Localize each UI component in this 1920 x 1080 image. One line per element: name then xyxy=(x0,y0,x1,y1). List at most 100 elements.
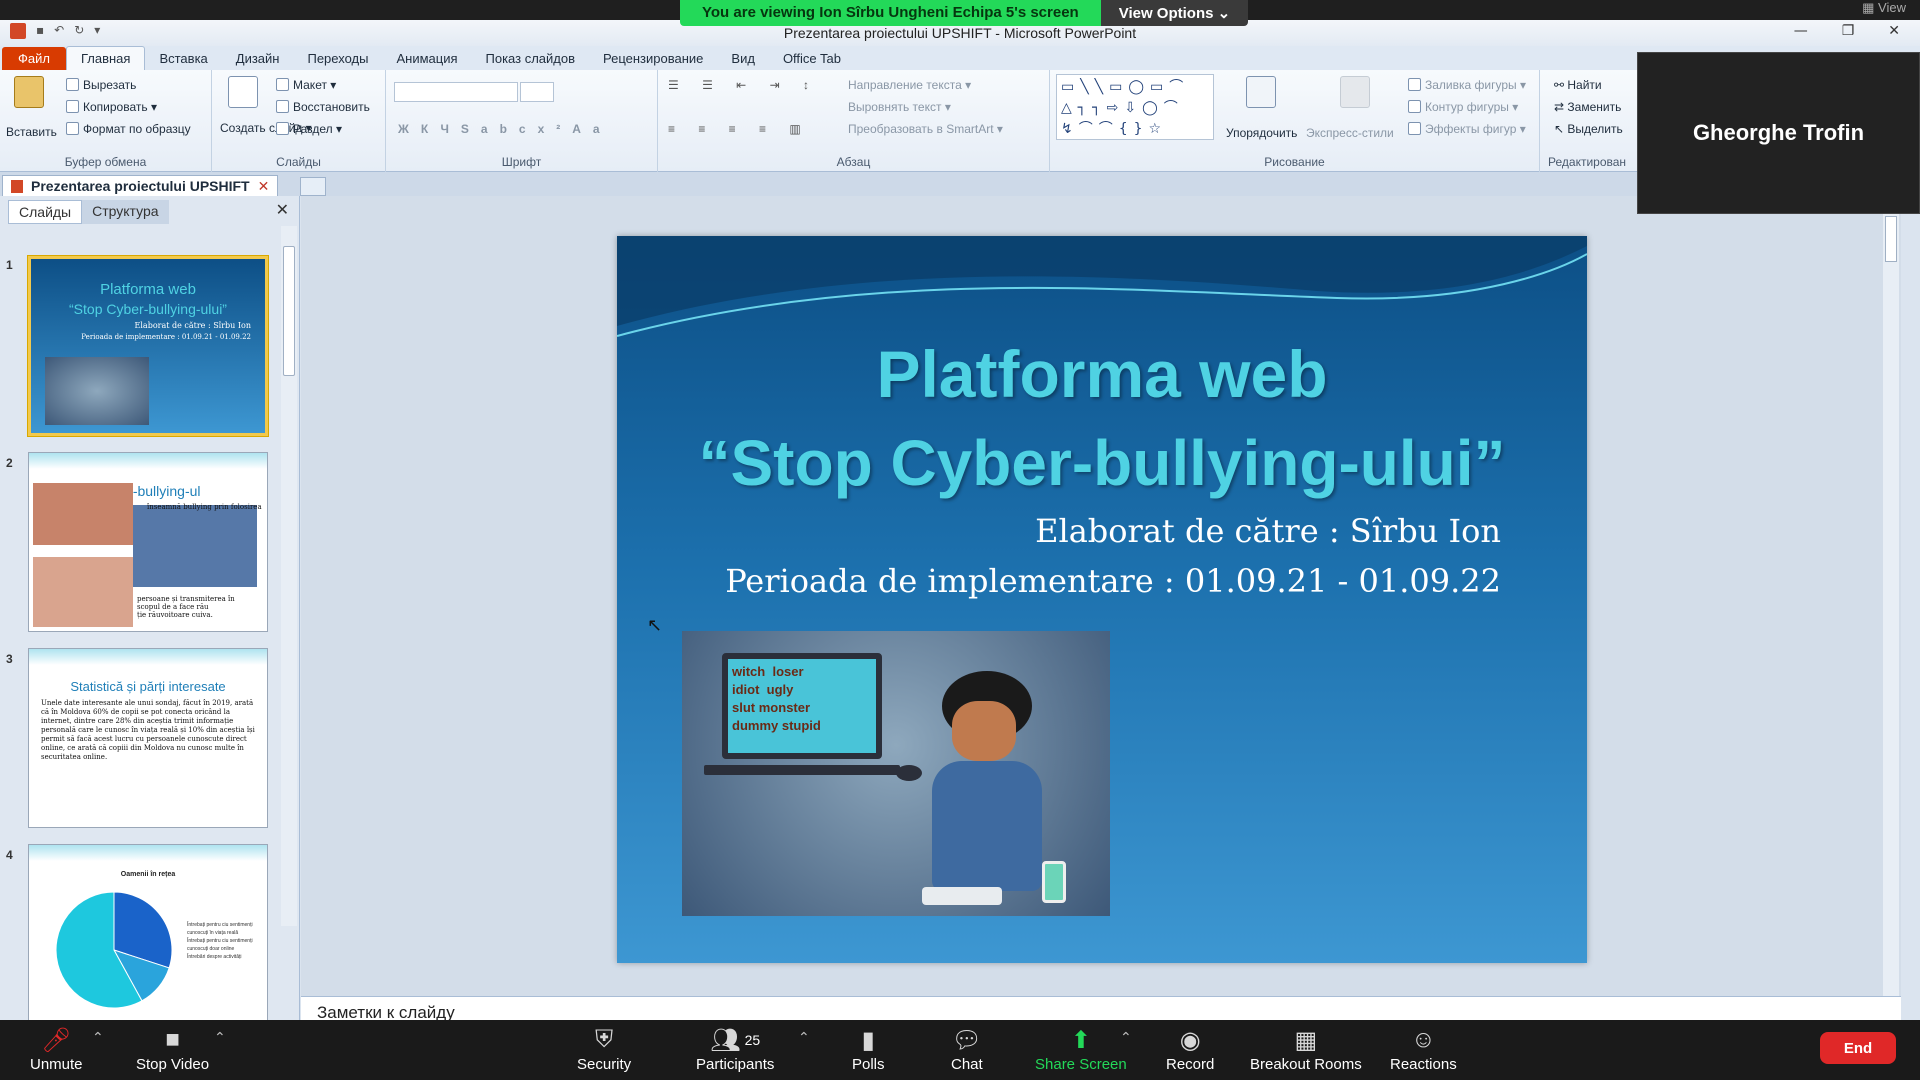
tab-file[interactable]: Файл xyxy=(2,47,66,70)
slide-thumbnail-1[interactable]: Platforma web “Stop Cyber-bullying-ului”… xyxy=(27,255,269,437)
screen-share-banner: You are viewing Ion Sîrbu Ungheni Echipa… xyxy=(680,0,1249,26)
cursor-icon: ↖ xyxy=(1554,122,1568,136)
paste-icon[interactable] xyxy=(14,76,44,108)
close-tab-icon[interactable]: ✕ xyxy=(258,178,270,195)
thumb-title: Statistică și părți interesate xyxy=(70,679,226,694)
paste-button[interactable]: Вставить xyxy=(6,125,57,139)
tab-review[interactable]: Рецензирование xyxy=(589,47,717,70)
polls-button[interactable]: ▮ Polls xyxy=(852,1024,885,1074)
shoes xyxy=(922,887,1002,905)
legend-item: Întrebați pentru ciu sentimenți cunoscuț… xyxy=(187,922,253,936)
participant-name: Gheorghe Trofin xyxy=(1692,120,1865,145)
notes-pane[interactable]: Заметки к слайду xyxy=(301,996,1901,1022)
tab-office-tab[interactable]: Office Tab xyxy=(769,47,855,70)
chat-button[interactable]: 💬︎ Chat xyxy=(951,1024,983,1074)
view-options-button[interactable]: View Options ⌄ xyxy=(1100,0,1249,26)
find-button[interactable]: ⚯ Найти xyxy=(1554,78,1602,92)
quick-styles-button[interactable]: Экспресс-стили xyxy=(1306,126,1394,140)
arrange-button[interactable]: Упорядочить xyxy=(1226,126,1297,140)
pie-legend: Întrebați pentru ciu sentimenți cunoscuț… xyxy=(187,921,263,961)
shape-outline-button[interactable]: Контур фигуры ▾ xyxy=(1408,100,1518,114)
minimize-icon[interactable]: — xyxy=(1794,23,1808,39)
slide-thumbnail-2[interactable]: Cyber-bullying-ul înseamnă bullying prin… xyxy=(28,452,268,632)
section-button[interactable]: Раздел ▾ xyxy=(276,122,342,136)
reactions-button[interactable]: ☺ Reactions xyxy=(1390,1024,1457,1073)
slide-period: Perioada de implementare : 01.09.21 - 01… xyxy=(725,562,1501,600)
pie-chart xyxy=(55,891,173,1009)
chevron-up-icon[interactable]: ⌃ xyxy=(798,1030,810,1046)
thumb-text: ție răuvoitoare cuiva. xyxy=(137,611,213,619)
quick-styles-icon[interactable] xyxy=(1340,76,1370,108)
tab-slideshow[interactable]: Показ слайдов xyxy=(472,47,590,70)
close-panel-icon[interactable]: ✕ xyxy=(276,200,289,219)
group-drawing: ▭╲╲▭◯▭⌒ △┐┐⇨⇩◯⌒ ↯⌒⌒{}☆ Упорядочить Экспрес… xyxy=(1050,70,1540,172)
arrange-icon[interactable] xyxy=(1246,76,1276,108)
ribbon: Вставить Вырезать Копировать ▾ Формат по… xyxy=(0,70,1920,172)
chevron-up-icon[interactable]: ⌃ xyxy=(92,1030,104,1046)
align-row[interactable]: ≡ ≡ ≡ ≡ ▥ xyxy=(668,122,811,136)
replace-icon: ⇄ xyxy=(1554,100,1568,114)
tab-home[interactable]: Главная xyxy=(65,46,146,70)
participant-video[interactable]: Gheorghe Trofin xyxy=(1637,52,1920,214)
shape-fill-button[interactable]: Заливка фигуры ▾ xyxy=(1408,78,1526,92)
viewing-label: You are viewing Ion Sîrbu Ungheni Echipa… xyxy=(680,0,1101,26)
current-slide[interactable]: Platforma web “Stop Cyber-bullying-ului”… xyxy=(617,236,1587,963)
replace-button[interactable]: ⇄ Заменить xyxy=(1554,100,1621,114)
laptop-base xyxy=(704,765,900,775)
cut-button[interactable]: Вырезать xyxy=(66,78,136,92)
select-button[interactable]: ↖ Выделить xyxy=(1554,122,1623,136)
slide-thumbnail-3[interactable]: Statistică și părți interesate Unele dat… xyxy=(28,648,268,828)
bullets-row[interactable]: ☰ ☰ ⇤ ⇥ ↕ xyxy=(668,78,819,92)
end-button[interactable]: End xyxy=(1820,1032,1896,1064)
shapes-gallery[interactable]: ▭╲╲▭◯▭⌒ △┐┐⇨⇩◯⌒ ↯⌒⌒{}☆ xyxy=(1056,74,1214,140)
tab-design[interactable]: Дизайн xyxy=(222,47,294,70)
tab-animations[interactable]: Анимация xyxy=(382,47,471,70)
share-screen-button[interactable]: ⬆ Share Screen xyxy=(1035,1024,1127,1074)
group-label: Буфер обмена xyxy=(64,155,147,169)
shield-icon: ⛨ xyxy=(595,1026,614,1053)
tab-view[interactable]: Вид xyxy=(717,47,769,70)
align-text-button[interactable]: Выровнять текст ▾ xyxy=(848,100,951,114)
window-title: Prezentarea proiectului UPSHIFT - Micros… xyxy=(783,25,1137,41)
thumb-title: Platforma web xyxy=(100,281,196,298)
format-painter-button[interactable]: Формат по образцу xyxy=(66,122,191,136)
shape-effects-button[interactable]: Эффекты фигур ▾ xyxy=(1408,122,1526,136)
new-slide-icon[interactable] xyxy=(228,76,258,108)
close-icon[interactable]: ✕ xyxy=(1888,23,1900,39)
chevron-up-icon[interactable]: ⌃ xyxy=(1120,1030,1132,1046)
tab-outline[interactable]: Структура xyxy=(82,200,169,224)
record-button[interactable]: ◉ Record xyxy=(1166,1024,1214,1074)
effects-icon xyxy=(1408,122,1421,135)
tab-slides[interactable]: Слайды xyxy=(8,200,83,224)
editor-scrollbar[interactable] xyxy=(1883,196,1899,996)
font-format-row[interactable]: ЖКЧSabcx²Aa xyxy=(398,122,612,136)
chevron-up-icon[interactable]: ⌃ xyxy=(214,1030,226,1046)
slide-title: Platforma web xyxy=(876,337,1328,411)
breakout-rooms-button[interactable]: ▦ Breakout Rooms xyxy=(1250,1024,1362,1074)
thumb-text: înseamnă bullying prin folosirea xyxy=(147,503,262,511)
security-button[interactable]: ⛨ Security xyxy=(577,1024,631,1073)
scroll-thumb[interactable] xyxy=(1885,216,1897,262)
legend-item: Întrebați pentru ciu sentimenți cunoscuț… xyxy=(187,938,253,952)
tab-transitions[interactable]: Переходы xyxy=(293,47,382,70)
view-button[interactable]: ▦ View xyxy=(1862,0,1906,16)
font-name-combo[interactable] xyxy=(394,82,518,102)
slide-thumbnail-4[interactable]: Oamenii în rețea Întrebați pentru ciu se… xyxy=(28,844,268,1020)
document-tab[interactable]: Prezentarea proiectului UPSHIFT ✕ xyxy=(2,175,279,196)
unmute-button[interactable]: 🎤︎ Unmute xyxy=(30,1024,83,1074)
participants-button[interactable]: 👥︎ 25 Participants xyxy=(696,1024,774,1074)
font-size-combo[interactable] xyxy=(520,82,554,102)
new-tab-button[interactable] xyxy=(300,177,326,196)
stop-video-button[interactable]: ■ Stop Video xyxy=(136,1024,209,1073)
reset-button[interactable]: Восстановить xyxy=(276,100,370,114)
layout-button[interactable]: Макет ▾ xyxy=(276,78,336,92)
layout-icon xyxy=(276,78,289,91)
panel-scrollbar[interactable] xyxy=(281,226,297,926)
tab-insert[interactable]: Вставка xyxy=(145,47,221,70)
restore-icon[interactable]: ❐ xyxy=(1842,23,1855,39)
scroll-thumb[interactable] xyxy=(283,246,295,376)
text-direction-button[interactable]: Направление текста ▾ xyxy=(848,78,971,92)
group-slides: Создать слайд ▾ Макет ▾ Восстановить Раз… xyxy=(212,70,386,172)
smartart-button[interactable]: Преобразовать в SmartArt ▾ xyxy=(848,122,1003,136)
copy-button[interactable]: Копировать ▾ xyxy=(66,100,157,114)
